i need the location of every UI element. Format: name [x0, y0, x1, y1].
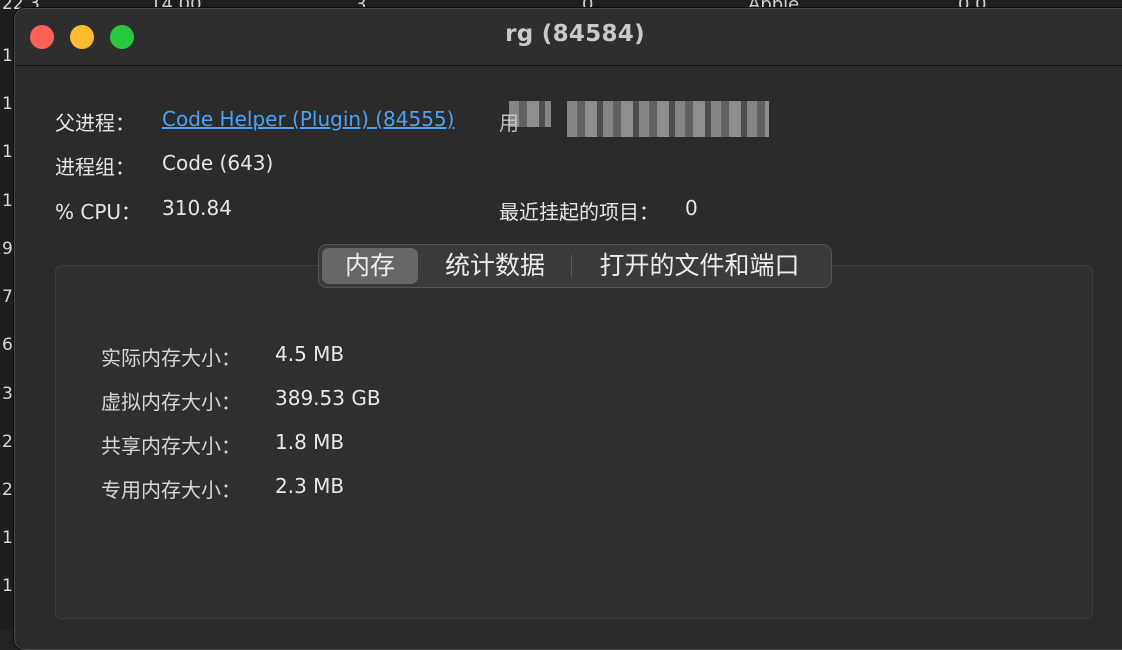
memory-value: 4.5 MB	[275, 342, 345, 366]
memory-label: 专用内存大小：	[101, 478, 241, 502]
process-group-value: Code (643)	[162, 151, 274, 175]
recent-hangs-label: 最近挂起的项目：	[499, 200, 659, 224]
window-title: rg (84584)	[505, 21, 645, 47]
tab-statistics[interactable]: 统计数据	[420, 248, 570, 284]
process-group-label: 进程组：	[55, 155, 135, 179]
parent-process-label: 父进程：	[55, 111, 135, 135]
background-cell: 2	[2, 480, 13, 500]
background-cell: 1	[2, 528, 13, 548]
recent-hangs-value: 0	[685, 196, 698, 220]
background-cell: 9	[2, 239, 13, 259]
background-cell: 1	[2, 576, 13, 596]
background-cell: 2	[2, 432, 13, 452]
memory-value: 389.53 GB	[275, 386, 381, 410]
memory-label: 虚拟内存大小：	[101, 390, 241, 414]
title-bar[interactable]: rg (84584)	[15, 9, 1122, 66]
tab-content-panel: 实际内存大小： 4.5 MB 虚拟内存大小： 389.53 GB 共享内存大小：…	[55, 265, 1093, 619]
redacted-user-value	[567, 101, 769, 137]
background-cell: 3	[2, 384, 13, 404]
tab-open-files-ports[interactable]: 打开的文件和端口	[572, 248, 827, 284]
parent-process-link[interactable]: Code Helper (Plugin) (84555)	[162, 107, 454, 131]
cpu-label: % CPU：	[55, 200, 142, 224]
memory-label: 共享内存大小：	[101, 434, 241, 458]
memory-value: 2.3 MB	[275, 474, 345, 498]
background-cell: 6	[2, 335, 13, 355]
memory-label: 实际内存大小：	[101, 346, 241, 370]
memory-value: 1.8 MB	[275, 430, 345, 454]
redacted-user-label	[509, 101, 551, 127]
tab-segmented-control: 内存 统计数据 打开的文件和端口	[318, 244, 832, 288]
cpu-value: 310.84	[162, 196, 232, 220]
tab-memory[interactable]: 内存	[322, 248, 418, 284]
process-info-window: rg (84584) 父进程： Code Helper (Plugin) (84…	[14, 8, 1122, 650]
background-cell: 7	[2, 287, 13, 307]
